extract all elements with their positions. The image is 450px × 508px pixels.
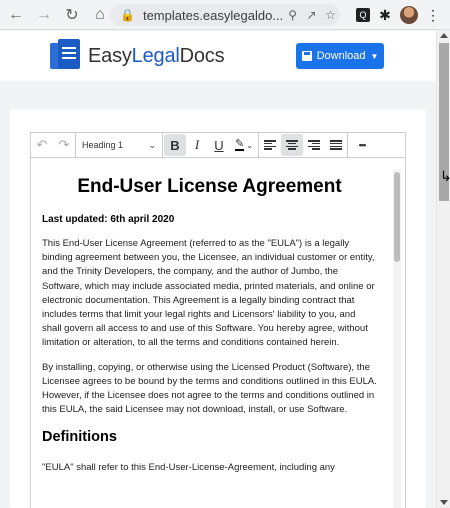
document-area[interactable]: End-User License Agreement Last updated:… (30, 158, 406, 508)
document-scrollbar[interactable] (393, 170, 401, 508)
download-label: Download (316, 50, 366, 62)
chevron-down-icon: ⌄ (246, 140, 253, 150)
mouse-cursor-icon: ↳ (440, 168, 450, 184)
address-bar[interactable]: 🔒 templates.easylegaldo... ⚲ ↗ ☆ (110, 4, 340, 26)
caret-down-icon: ▼ (370, 51, 379, 61)
align-left-button[interactable] (259, 134, 281, 156)
align-left-icon (264, 140, 276, 150)
download-button[interactable]: Download ▼ (296, 43, 384, 69)
editor-toolbar: ↶ ↷ Heading 1 ⌄ B I U ✎ ⌄ ••• (30, 132, 406, 158)
undo-icon[interactable]: ↶ (31, 134, 53, 156)
logo-text: EasyLegalDocs (88, 44, 225, 68)
share-icon[interactable]: ↗ (302, 8, 321, 22)
site-header: EasyLegalDocs Download ▼ (0, 31, 436, 81)
puzzle-icon[interactable]: ✱ (374, 4, 396, 26)
paragraph[interactable]: By installing, copying, or otherwise usi… (42, 361, 377, 418)
url-text[interactable]: templates.easylegaldo... (143, 8, 283, 23)
chevron-down-icon: ⌄ (148, 139, 156, 150)
paragraph[interactable]: "EULA" shall refer to this End-User-Lice… (42, 461, 377, 475)
arrow-right-icon[interactable]: → (32, 3, 56, 27)
italic-button[interactable]: I (186, 134, 208, 156)
align-right-button[interactable] (303, 134, 325, 156)
pen-icon: ✎ (235, 138, 245, 151)
logo-prefix: Easy (88, 44, 132, 67)
save-icon (301, 51, 312, 61)
heading-select-value: Heading 1 (82, 140, 124, 150)
align-justify-icon (330, 140, 342, 150)
last-updated[interactable]: Last updated: 6th april 2020 (42, 214, 377, 225)
scroll-up-icon[interactable] (440, 33, 448, 38)
underline-button[interactable]: U (208, 134, 230, 156)
logo-highlight: Legal (131, 44, 180, 67)
kebab-menu-icon[interactable]: ⋮ (422, 4, 444, 26)
avatar[interactable] (400, 6, 418, 24)
align-right-icon (308, 140, 320, 150)
search-icon[interactable]: ⚲ (283, 8, 302, 22)
star-icon[interactable]: ☆ (321, 8, 340, 22)
more-options-icon[interactable]: ••• (348, 134, 376, 156)
section-heading[interactable]: Definitions (42, 429, 377, 445)
page-scrollbar[interactable] (436, 31, 450, 508)
heading-select[interactable]: Heading 1 ⌄ (76, 134, 162, 156)
refresh-icon[interactable]: ↻ (60, 3, 84, 27)
toolbar-divider (162, 132, 163, 158)
align-justify-button[interactable] (325, 134, 347, 156)
document-title[interactable]: End-User License Agreement (42, 176, 377, 198)
document-scrollbar-thumb[interactable] (394, 172, 400, 262)
align-center-icon (286, 140, 298, 150)
paragraph[interactable]: This End-User License Agreement (referre… (42, 237, 377, 351)
redo-icon[interactable]: ↷ (53, 134, 75, 156)
logo-suffix: Docs (179, 44, 225, 67)
lock-icon[interactable]: 🔒 (118, 8, 137, 22)
align-center-button[interactable] (281, 134, 303, 156)
bold-button[interactable]: B (164, 134, 186, 156)
scroll-down-icon[interactable] (440, 500, 448, 505)
browser-toolbar: ← → ↻ ⌂ 🔒 templates.easylegaldo... ⚲ ↗ ☆… (0, 0, 450, 30)
home-icon[interactable]: ⌂ (88, 3, 112, 27)
logo[interactable]: EasyLegalDocs (50, 39, 225, 73)
logo-icon (50, 39, 80, 73)
text-color-button[interactable]: ✎ ⌄ (230, 134, 258, 156)
arrow-left-icon[interactable]: ← (4, 3, 28, 27)
extension-q-icon[interactable]: Q (356, 8, 370, 22)
